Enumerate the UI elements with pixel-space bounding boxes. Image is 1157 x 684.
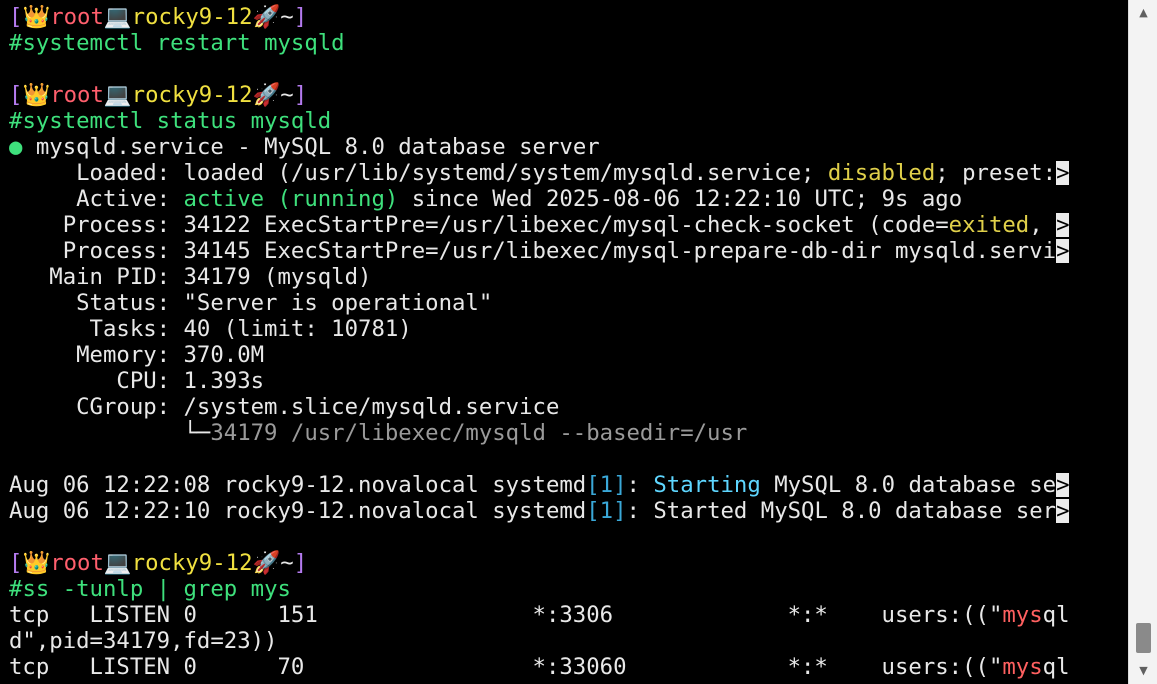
- prompt-path: ~: [280, 4, 294, 30]
- journal-log-line: Aug 06 12:22:10 rocky9-12.novalocal syst…: [9, 498, 1070, 524]
- command-text: ss -tunlp | grep mys: [22, 576, 291, 602]
- status-process-line: Process: 34145 ExecStartPre=/usr/libexec…: [9, 238, 1070, 264]
- socket-line: tcp LISTEN 0 70 *:33060 *:* users:(("mys…: [9, 654, 1070, 680]
- status-mainpid-line: Main PID: 34179 (mysqld): [9, 264, 372, 290]
- prompt-bracket-open: [: [9, 550, 23, 576]
- prompt-host: rocky9-12: [131, 82, 253, 108]
- status-cpu-line: CPU: 1.393s: [9, 368, 265, 394]
- crown-icon: 👑: [22, 550, 51, 576]
- status-status-line: Status: "Server is operational": [9, 290, 493, 316]
- prompt-user: root: [50, 82, 104, 108]
- log-verb: Starting: [653, 472, 761, 498]
- log-verb: Started: [653, 498, 748, 524]
- command-line: #systemctl status mysqld: [9, 108, 1119, 134]
- command-line: #ss -tunlp | grep mys: [9, 576, 1119, 602]
- active-dot-icon: ●: [9, 134, 23, 160]
- systemd-pid: [1]: [586, 498, 627, 524]
- rocket-icon: 🚀: [252, 4, 281, 30]
- crown-icon: 👑: [22, 82, 51, 108]
- shell-prompt: [👑root💻rocky9-12🚀~]: [9, 550, 1119, 576]
- prompt-bracket-open: [: [9, 82, 23, 108]
- status-process-line: Process: 34122 ExecStartPre=/usr/libexec…: [9, 212, 1070, 238]
- prompt-symbol: #: [9, 108, 23, 134]
- computer-icon: 💻: [103, 4, 132, 30]
- scrollbar-thumb[interactable]: [1136, 623, 1151, 653]
- status-cgroup-tree-line: └─34179 /usr/libexec/mysqld --basedir=/u…: [9, 420, 748, 446]
- unit-description: mysqld.service - MySQL 8.0 database serv…: [22, 134, 600, 160]
- status-cgroup-line: CGroup: /system.slice/mysqld.service: [9, 394, 560, 420]
- prompt-path: ~: [280, 82, 294, 108]
- terminal-output: [👑root💻rocky9-12🚀~] #systemctl restart m…: [9, 4, 1119, 680]
- prompt-bracket-open: [: [9, 4, 23, 30]
- prompt-path: ~: [280, 550, 294, 576]
- socket-line-wrap: d",pid=34179,fd=23)): [9, 628, 278, 654]
- grep-match: mys: [1002, 602, 1043, 628]
- status-active-line: Active: active (running) since Wed 2025-…: [9, 186, 963, 212]
- active-state: active (running): [183, 186, 399, 212]
- exited-label: exited: [948, 212, 1030, 238]
- prompt-user: root: [50, 4, 104, 30]
- rocket-icon: 🚀: [252, 82, 281, 108]
- shell-prompt: [👑root💻rocky9-12🚀~]: [9, 82, 1119, 108]
- command-line: #systemctl restart mysqld: [9, 30, 1119, 56]
- status-unit-line: ● mysqld.service - MySQL 8.0 database se…: [9, 134, 1119, 160]
- truncation-marker: >: [1056, 472, 1070, 498]
- terminal-window[interactable]: [👑root💻rocky9-12🚀~] #systemctl restart m…: [0, 0, 1128, 684]
- command-text: systemctl restart mysqld: [22, 30, 345, 56]
- grep-match: mys: [1002, 654, 1043, 680]
- truncation-marker: >: [1056, 160, 1070, 186]
- status-memory-line: Memory: 370.0M: [9, 342, 265, 368]
- scroll-down-arrow-icon[interactable]: ▼: [1129, 660, 1157, 682]
- cgroup-process: 34179 /usr/libexec/mysqld --basedir=/usr: [210, 420, 748, 446]
- computer-icon: 💻: [103, 82, 132, 108]
- prompt-symbol: #: [9, 30, 23, 56]
- prompt-host: rocky9-12: [131, 4, 253, 30]
- prompt-bracket-close: ]: [293, 550, 308, 576]
- status-tasks-line: Tasks: 40 (limit: 10781): [9, 316, 412, 342]
- prompt-bracket-close: ]: [293, 82, 308, 108]
- disabled-label: disabled: [827, 160, 936, 186]
- systemd-pid: [1]: [586, 472, 627, 498]
- scroll-up-arrow-icon[interactable]: ▲: [1129, 2, 1157, 24]
- socket-line: tcp LISTEN 0 151 *:3306 *:* users:(("mys…: [9, 602, 1070, 628]
- crown-icon: 👑: [22, 4, 51, 30]
- prompt-host: rocky9-12: [131, 550, 253, 576]
- prompt-bracket-close: ]: [293, 4, 308, 30]
- shell-prompt: [👑root💻rocky9-12🚀~]: [9, 4, 1119, 30]
- rocket-icon: 🚀: [252, 550, 281, 576]
- truncation-marker: >: [1056, 238, 1070, 264]
- truncation-marker: >: [1056, 498, 1070, 524]
- status-loaded-line: Loaded: loaded (/usr/lib/systemd/system/…: [9, 160, 1070, 186]
- prompt-symbol: #: [9, 576, 23, 602]
- truncation-marker: >: [1056, 212, 1070, 238]
- vertical-scrollbar[interactable]: ▲ ▼: [1128, 0, 1157, 684]
- command-text: systemctl status mysqld: [22, 108, 332, 134]
- computer-icon: 💻: [103, 550, 132, 576]
- prompt-user: root: [50, 550, 104, 576]
- journal-log-line: Aug 06 12:22:08 rocky9-12.novalocal syst…: [9, 472, 1070, 498]
